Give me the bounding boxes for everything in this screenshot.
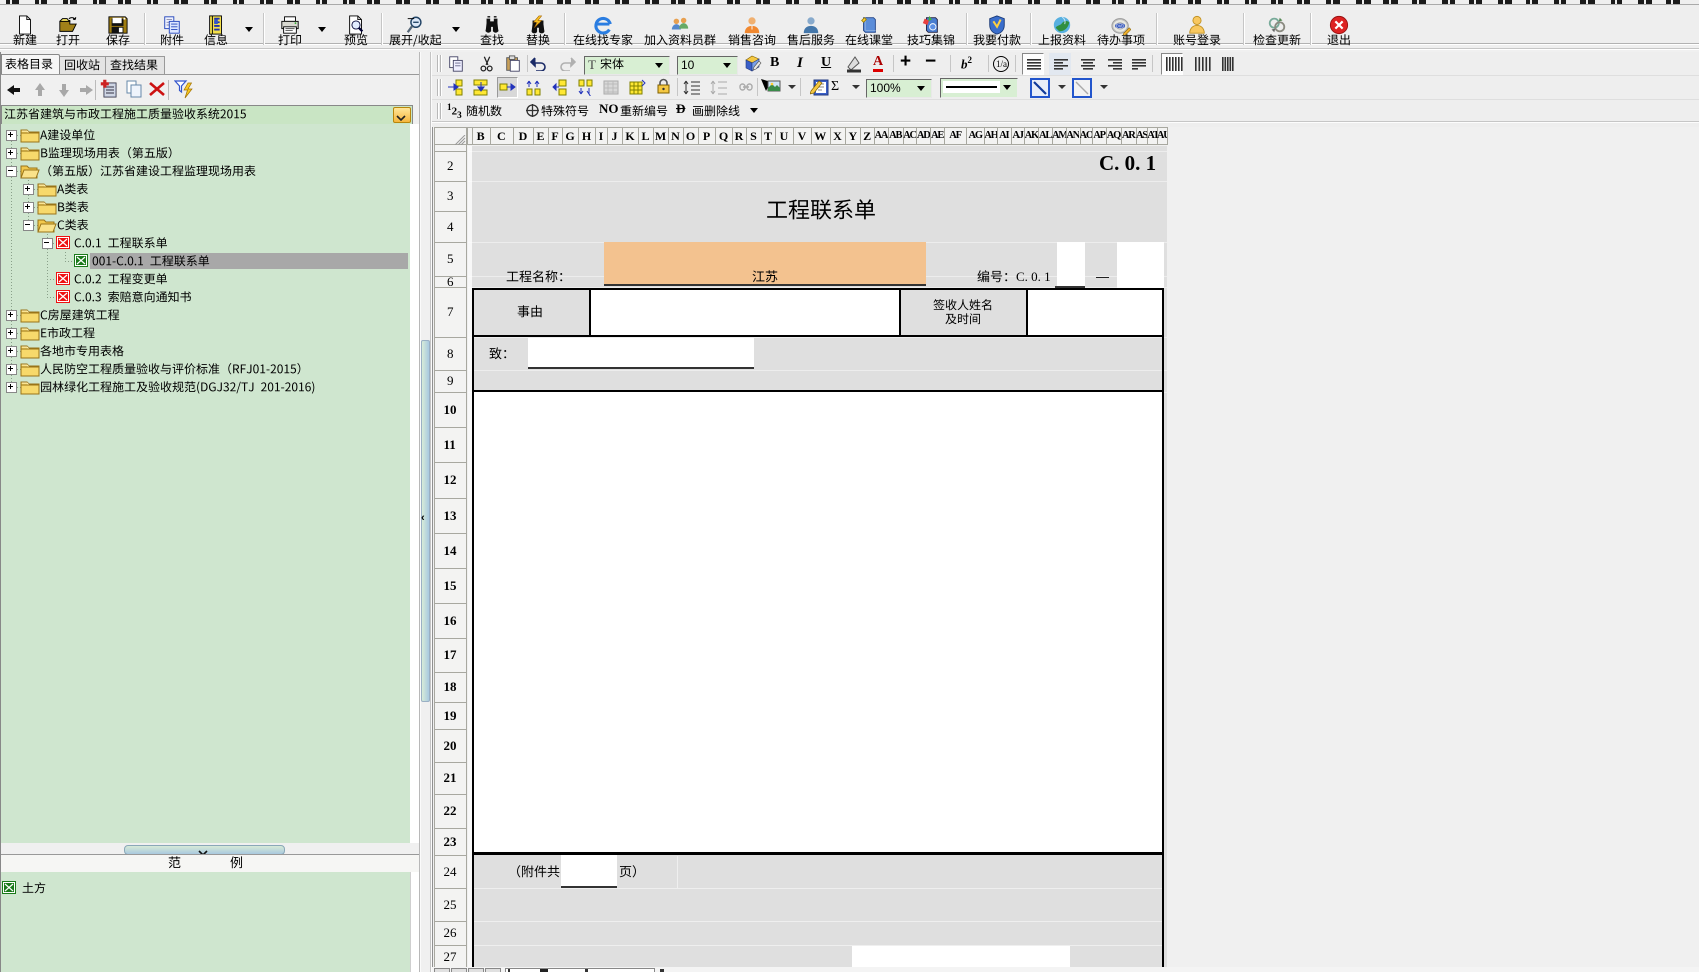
svg-text:1/a: 1/a (996, 59, 1007, 69)
svg-text:DVD: DVD (1116, 24, 1125, 29)
svg-text:T: T (588, 58, 596, 71)
